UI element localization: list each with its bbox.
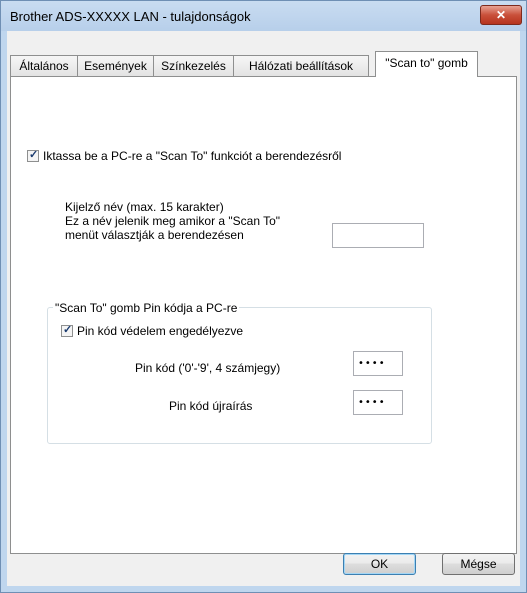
tab-events[interactable]: Események [77,55,154,76]
ok-button[interactable]: OK [343,553,416,575]
tab-panel: ✓ Iktassa be a PC-re a "Scan To" funkció… [10,76,517,554]
checkmark-icon: ✓ [29,149,39,161]
register-checkbox-label: Iktassa be a PC-re a "Scan To" funkciót … [43,149,342,163]
display-name-input[interactable] [332,223,424,248]
pin-group-legend: "Scan To" gomb Pin kódja a PC-re [53,301,240,315]
dialog-window: Brother ADS-XXXXX LAN - tulajdonságok ✕ … [0,0,527,593]
display-name-line3: menüt választják a berendezésen [65,228,244,242]
tab-color[interactable]: Színkezelés [153,55,234,76]
display-name-line2: Ez a név jelenik meg amikor a "Scan To" [65,214,281,228]
pin-enable-label: Pin kód védelem engedélyezve [77,324,244,338]
dialog-client-area: Általános Események Színkezelés Hálózati… [7,31,520,586]
window-title: Brother ADS-XXXXX LAN - tulajdonságok [10,9,251,24]
tab-general[interactable]: Általános [10,55,78,76]
display-name-line1: Kijelző név (max. 15 karakter) [65,200,224,214]
title-bar[interactable]: Brother ADS-XXXXX LAN - tulajdonságok ✕ [1,1,526,31]
pin-enable-checkbox[interactable]: ✓ [61,324,73,337]
cancel-button[interactable]: Mégse [442,553,515,575]
checkmark-icon: ✓ [63,324,73,336]
close-button[interactable]: ✕ [480,5,522,25]
close-icon: ✕ [495,8,507,22]
pin-retype-input[interactable]: •••• [353,390,403,415]
tab-network[interactable]: Hálózati beállítások [233,55,369,76]
pin-code-input[interactable]: •••• [353,351,403,376]
tab-scan-to[interactable]: "Scan to" gomb [375,51,478,77]
register-checkbox[interactable]: ✓ [27,149,39,162]
pin-code-label: Pin kód ('0'-'9', 4 számjegy) [135,361,281,375]
pin-retype-label: Pin kód újraírás [169,399,253,413]
